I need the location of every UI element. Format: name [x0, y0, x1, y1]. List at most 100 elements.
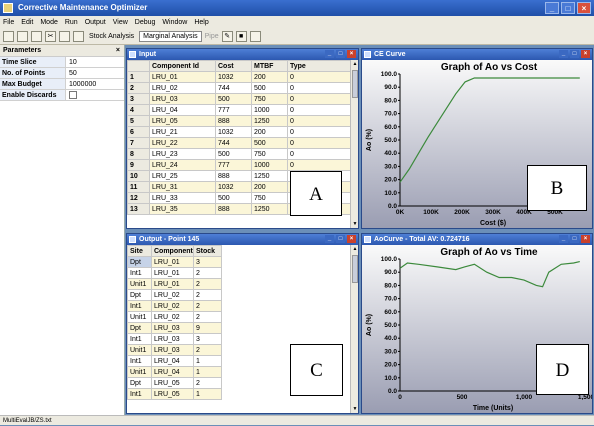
table-cell[interactable]: 1	[193, 388, 222, 400]
table-cell[interactable]: 1000	[251, 104, 288, 116]
table-cell[interactable]: 1250	[251, 115, 288, 127]
table-cell[interactable]: 0	[287, 104, 352, 116]
copy-icon[interactable]	[59, 31, 70, 42]
table-cell[interactable]: 1032	[215, 181, 252, 193]
save-icon[interactable]	[31, 31, 42, 42]
table-cell[interactable]: LRU_05	[149, 115, 216, 127]
table-cell[interactable]: 777	[215, 104, 252, 116]
paste-icon[interactable]	[73, 31, 84, 42]
table-row[interactable]: Dpt LRU_02 2	[127, 289, 222, 301]
table-row[interactable]: Unit1 LRU_02 2	[127, 311, 222, 323]
stock-analysis-button[interactable]: Stock Analysis	[87, 33, 136, 40]
column-header[interactable]: Component	[151, 245, 194, 257]
menu-mode[interactable]: Mode	[40, 19, 58, 26]
table-cell[interactable]: 1032	[215, 71, 252, 83]
table-row[interactable]: 7 LRU_22 744 500 0	[127, 137, 352, 149]
table-row[interactable]: Unit1 LRU_03 2	[127, 344, 222, 356]
table-cell[interactable]: 2	[193, 377, 222, 389]
table-row[interactable]: Unit1 LRU_04 1	[127, 366, 222, 378]
table-cell[interactable]: 0	[287, 137, 352, 149]
table-row[interactable]: Unit1 LRU_01 2	[127, 278, 222, 290]
table-row[interactable]: 2 LRU_02 744 500 0	[127, 82, 352, 94]
maximize-icon[interactable]: □	[561, 2, 575, 14]
table-cell[interactable]: Int1	[127, 388, 152, 400]
table-cell[interactable]: 0	[287, 148, 352, 160]
table-cell[interactable]: LRU_02	[151, 289, 194, 301]
table-cell[interactable]: 888	[215, 115, 252, 127]
table-row[interactable]: Dpt LRU_03 9	[127, 322, 222, 334]
table-cell[interactable]: LRU_01	[149, 71, 216, 83]
table-cell[interactable]: 9	[193, 322, 222, 334]
table-cell[interactable]: Unit1	[127, 366, 152, 378]
minimize-icon[interactable]: _	[559, 235, 568, 243]
close-icon[interactable]: ×	[116, 45, 120, 57]
table-cell[interactable]: LRU_25	[149, 170, 216, 182]
close-icon[interactable]: ×	[577, 2, 591, 14]
table-cell[interactable]: Unit1	[127, 278, 152, 290]
table-row[interactable]: Int1 LRU_01 2	[127, 267, 222, 279]
table-cell[interactable]: 0	[287, 71, 352, 83]
table-cell[interactable]: 500	[215, 93, 252, 105]
param-row-max-budget[interactable]: Max Budget 1000000	[0, 79, 124, 90]
table-cell[interactable]: LRU_24	[149, 159, 216, 171]
table-cell[interactable]: Unit1	[127, 311, 152, 323]
table-row[interactable]: 5 LRU_05 888 1250 0	[127, 115, 352, 127]
new-file-icon[interactable]	[3, 31, 14, 42]
table-cell[interactable]: 500	[251, 137, 288, 149]
table-cell[interactable]: Int1	[127, 355, 152, 367]
maximize-icon[interactable]: □	[336, 50, 345, 58]
table-cell[interactable]: LRU_23	[149, 148, 216, 160]
table-row[interactable]: 4 LRU_04 777 1000 0	[127, 104, 352, 116]
menu-output[interactable]: Output	[85, 19, 106, 26]
table-cell[interactable]: LRU_03	[151, 322, 194, 334]
scroll-thumb[interactable]	[352, 255, 358, 283]
stop-icon[interactable]: ■	[235, 31, 247, 42]
table-row[interactable]: 3 LRU_03 500 750 0	[127, 93, 352, 105]
table-cell[interactable]: 200	[251, 126, 288, 138]
menu-help[interactable]: Help	[194, 19, 208, 26]
table-cell[interactable]: 0	[287, 93, 352, 105]
table-cell[interactable]: 2	[193, 267, 222, 279]
param-row-enable-discards[interactable]: Enable Discards	[0, 90, 124, 101]
close-icon[interactable]: ×	[347, 235, 356, 243]
table-cell[interactable]: 1	[193, 366, 222, 378]
table-cell[interactable]: LRU_02	[149, 82, 216, 94]
table-cell[interactable]: LRU_02	[151, 311, 194, 323]
menu-edit[interactable]: Edit	[21, 19, 33, 26]
table-row[interactable]: 6 LRU_21 1032 200 0	[127, 126, 352, 138]
close-icon[interactable]: ×	[581, 235, 590, 243]
close-icon[interactable]: ×	[581, 50, 590, 58]
table-cell[interactable]: 500	[215, 192, 252, 204]
column-header[interactable]: Site	[127, 245, 152, 257]
pipe-button[interactable]: Pipe	[205, 33, 219, 40]
output-scrollbar[interactable]: ▲ ▼	[350, 245, 358, 413]
menu-file[interactable]: File	[3, 19, 14, 26]
column-header[interactable]: MTBF	[251, 60, 288, 72]
table-cell[interactable]: 1000	[251, 159, 288, 171]
table-cell[interactable]: LRU_22	[149, 137, 216, 149]
table-cell[interactable]: 750	[251, 93, 288, 105]
table-cell[interactable]: 2	[193, 311, 222, 323]
table-cell[interactable]: LRU_35	[149, 203, 216, 215]
scroll-down-icon[interactable]: ▼	[351, 220, 359, 228]
table-row[interactable]: 1 LRU_01 1032 200 0	[127, 71, 352, 83]
table-cell[interactable]: 0	[287, 82, 352, 94]
column-header[interactable]: Stock	[193, 245, 222, 257]
table-cell[interactable]: 750	[251, 148, 288, 160]
minimize-icon[interactable]: _	[325, 50, 334, 58]
table-cell[interactable]: 1250	[251, 170, 288, 182]
table-cell[interactable]: 2	[193, 344, 222, 356]
table-cell[interactable]: 0	[287, 115, 352, 127]
table-cell[interactable]: LRU_03	[149, 93, 216, 105]
param-row-time-slice[interactable]: Time Slice 10	[0, 57, 124, 68]
table-cell[interactable]: 744	[215, 137, 252, 149]
scroll-thumb[interactable]	[352, 70, 358, 98]
table-cell[interactable]: Dpt	[127, 289, 152, 301]
table-cell[interactable]: 888	[215, 170, 252, 182]
table-cell[interactable]: 0	[287, 159, 352, 171]
table-row[interactable]: 9 LRU_24 777 1000 0	[127, 159, 352, 171]
maximize-icon[interactable]: □	[570, 50, 579, 58]
minimize-icon[interactable]: _	[545, 2, 559, 14]
table-row[interactable]: Dpt LRU_05 2	[127, 377, 222, 389]
table-cell[interactable]: LRU_04	[151, 366, 194, 378]
